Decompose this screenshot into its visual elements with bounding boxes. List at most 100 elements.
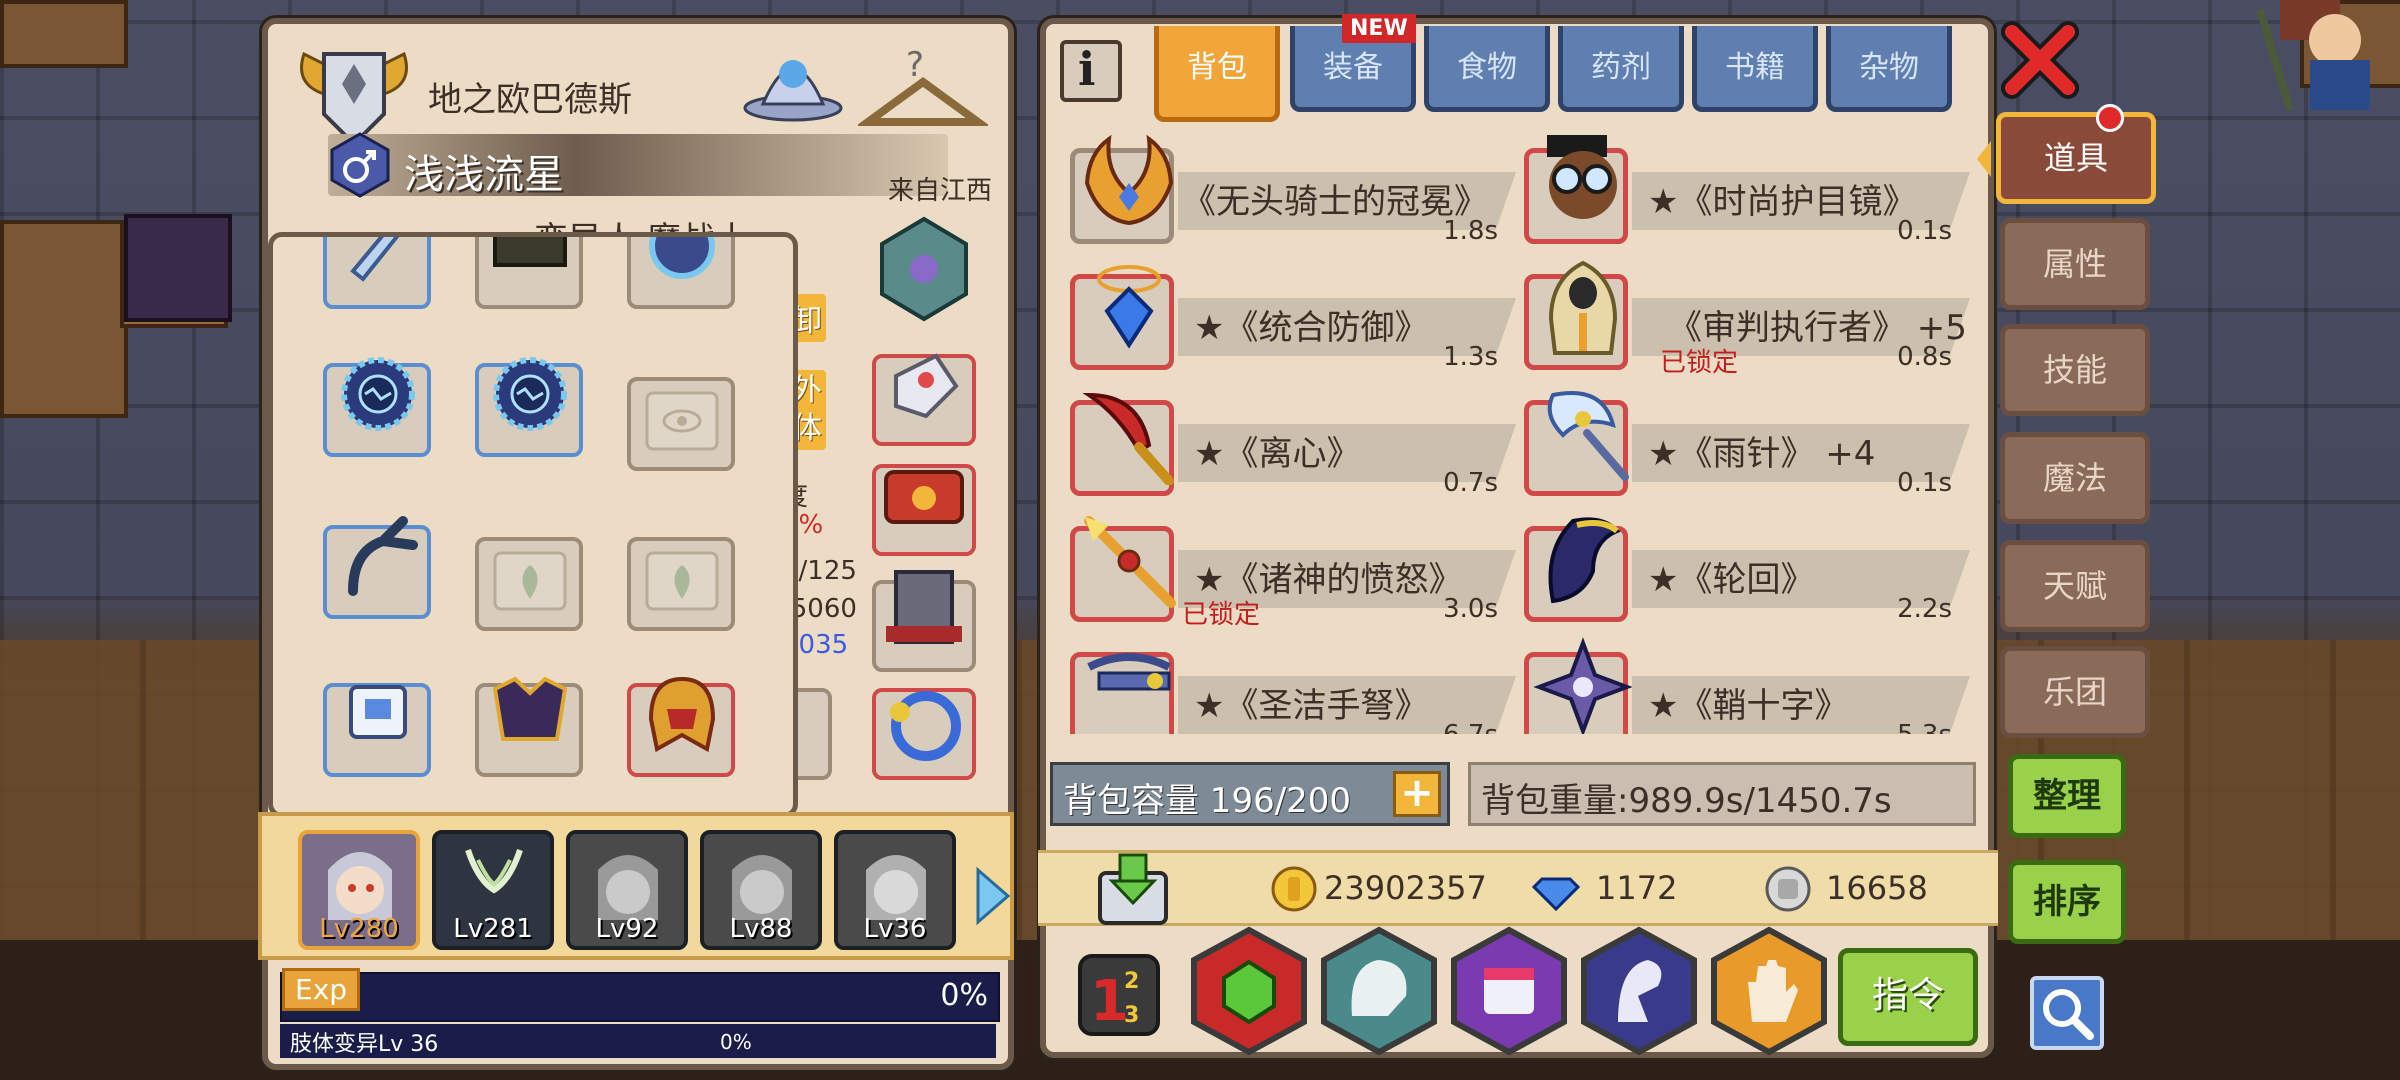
info-button[interactable]: i (1060, 40, 1122, 102)
bag-weight: 背包重量:989.9s/1450.7s (1468, 762, 1976, 826)
crest-shield-icon[interactable] (874, 214, 974, 324)
silver-amount: 16658 (1826, 869, 1928, 907)
inventory-item[interactable]: ★《轮回》 2.2s (1524, 517, 1972, 630)
inventory-item[interactable]: 《无头骑士的冠冕》 1.8s (1070, 134, 1518, 252)
equip-slot-ring[interactable] (872, 688, 976, 780)
costume-hanger-icon[interactable]: ? (858, 42, 988, 142)
mutation-bar: 肢体变异Lv 36 0% (280, 1024, 996, 1058)
equip-slot[interactable] (475, 676, 583, 777)
empty-eye-slot-icon (645, 391, 719, 451)
tidy-button[interactable]: 整理 (2008, 754, 2126, 838)
equip-slot[interactable] (475, 237, 583, 309)
equip-slot[interactable] (627, 676, 735, 777)
phantom-skill-icon[interactable] (1578, 926, 1700, 1056)
item-name: ★《鞘十字》 (1648, 686, 1849, 726)
equip-slot[interactable] (323, 516, 431, 619)
inventory-item[interactable]: ★《统合防御》 1.3s (1070, 265, 1518, 378)
exp-label: Exp (282, 968, 361, 1011)
item-slot (1070, 652, 1174, 734)
equip-slot[interactable] (323, 237, 431, 309)
inventory-item[interactable]: ★《雨针》 +4 0.1s (1524, 391, 1972, 504)
dark-claw-icon (1548, 517, 1621, 604)
equip-slot-armor[interactable] (872, 570, 976, 672)
item-slot (1524, 260, 1628, 370)
exp-percent: 0% (940, 978, 988, 1013)
companion-card[interactable]: Lv280 (298, 830, 420, 950)
calendar-skill-icon[interactable] (1448, 926, 1570, 1056)
item-weight: 0.7s (1443, 468, 1498, 498)
equip-slot[interactable] (475, 357, 583, 457)
inventory-item[interactable]: 《审判执行者》 +5 已锁定 0.8s (1524, 260, 1972, 378)
equip-slot-empty[interactable] (627, 377, 735, 471)
tab-misc[interactable]: 杂物 (1826, 26, 1952, 112)
tab-books[interactable]: 书籍 (1692, 26, 1818, 112)
beast-skill-icon[interactable] (1318, 926, 1440, 1056)
numbered-list-icon[interactable]: 1 2 3 (1076, 952, 1162, 1038)
hand-skill-icon[interactable] (1708, 926, 1830, 1056)
equip-slot-belt[interactable] (872, 464, 976, 556)
companion-card[interactable]: Lv92 (566, 830, 688, 950)
gold-coin-icon (1271, 866, 1317, 912)
equip-slot[interactable] (627, 237, 735, 309)
background-cabinet (0, 220, 128, 418)
side-tab-band[interactable]: 乐团 (2000, 646, 2150, 738)
equip-slot-empty[interactable] (475, 537, 583, 631)
companion-card[interactable]: Lv281 (432, 830, 554, 950)
side-tab-talent[interactable]: 天赋 (2000, 540, 2150, 632)
item-slot (1524, 391, 1629, 496)
item-name: ★《时尚护目镜》 (1648, 182, 1917, 222)
equip-slot-empty[interactable] (627, 537, 735, 631)
tab-bag[interactable]: 背包 (1154, 26, 1280, 122)
holy-crossbow-icon (1087, 653, 1171, 691)
background-sign (124, 214, 232, 322)
male-gender-icon (330, 132, 390, 198)
item-weight: 5.3s (1897, 720, 1952, 734)
expand-bag-button[interactable]: + (1393, 771, 1441, 817)
inventory-item[interactable]: ★《时尚护目镜》 0.1s (1524, 135, 1972, 252)
side-tab-magic[interactable]: 魔法 (2000, 432, 2150, 524)
sapphire-amulet-icon (1097, 265, 1161, 349)
item-slot (1070, 516, 1176, 622)
equip-slot[interactable] (323, 357, 431, 457)
companion-card[interactable]: Lv36 (834, 830, 956, 950)
equip-slot-gloves[interactable] (872, 353, 976, 446)
npc-character-icon[interactable] (2240, 0, 2390, 110)
item-slot (1070, 134, 1174, 244)
item-weight: 0.8s (1897, 342, 1952, 372)
item-name: ★《雨针》 +4 (1648, 434, 1876, 474)
command-button[interactable]: 指令 (1838, 948, 1978, 1046)
green-gem-skill-icon[interactable] (1188, 926, 1310, 1056)
next-arrow-icon[interactable] (972, 866, 1012, 926)
equip-slot[interactable] (323, 683, 431, 777)
silver-coin-icon (1765, 866, 1811, 912)
tab-potion[interactable]: 药剂 (1558, 26, 1684, 112)
sort-button[interactable]: 排序 (2008, 860, 2126, 944)
golden-helmet-icon (648, 676, 716, 753)
store-chest-icon[interactable] (1094, 853, 1172, 927)
inventory-item[interactable]: ★《诸神的愤怒》 已锁定 3.0s (1070, 516, 1518, 630)
equipment-grid[interactable] (268, 232, 798, 818)
inventory-scroll-clip: ★《圣洁手弩》 6.7s ★《鞘十字》 5.3s (1046, 624, 1986, 734)
item-weight: 3.0s (1443, 594, 1498, 624)
tab-food[interactable]: 食物 (1424, 26, 1550, 112)
side-tab-skills[interactable]: 技能 (2000, 324, 2150, 416)
player-origin: 来自江西 (888, 176, 993, 206)
bag-capacity-label: 背包容量 196/200 (1063, 781, 1352, 821)
inventory-item[interactable]: ★《圣洁手弩》 6.7s (1070, 646, 1518, 734)
item-weight: 2.2s (1897, 594, 1952, 624)
side-tab-items[interactable]: 道具 (1977, 112, 2156, 204)
relic-icon[interactable] (738, 34, 848, 124)
inventory-item[interactable]: ★《离心》 0.7s (1070, 392, 1518, 504)
currency-bar: 23902357 1172 16658 (1038, 850, 1998, 926)
empty-seed-slot-icon (493, 551, 567, 611)
search-button[interactable] (2030, 976, 2104, 1050)
side-tab-attributes[interactable]: 属性 (2000, 218, 2150, 310)
golden-spear-icon (1084, 516, 1176, 608)
belt-icon (884, 470, 964, 524)
inventory-item[interactable]: ★《鞘十字》 5.3s (1524, 637, 1972, 734)
player-name: 浅浅流星 (404, 152, 564, 198)
diamond-icon (1532, 877, 1580, 912)
svg-text:2: 2 (1124, 969, 1139, 994)
close-icon[interactable] (2000, 20, 2080, 100)
companion-card[interactable]: Lv88 (700, 830, 822, 950)
